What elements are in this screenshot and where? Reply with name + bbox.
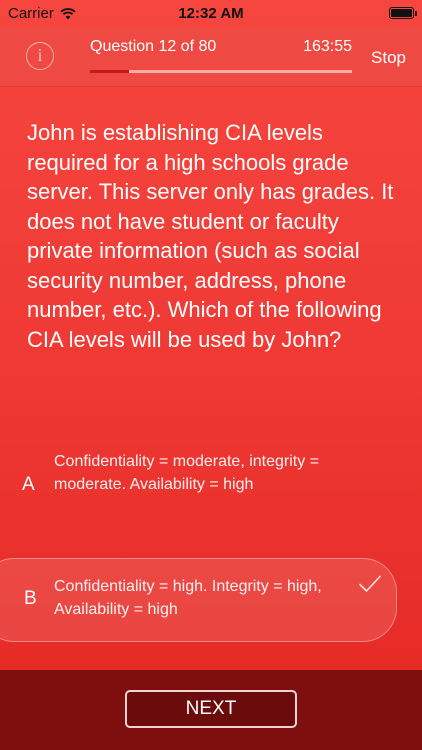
stop-button[interactable]: Stop bbox=[371, 48, 406, 68]
progress-bar bbox=[90, 70, 352, 73]
answer-text: Confidentiality = high. Integrity = high… bbox=[54, 578, 322, 618]
quiz-header: i Question 12 of 80 163:55 Stop bbox=[0, 28, 422, 86]
question-text: John is establishing CIA levels required… bbox=[27, 120, 394, 352]
answer-letter: A bbox=[22, 474, 35, 495]
answer-letter: B bbox=[24, 588, 37, 609]
status-time: 12:32 AM bbox=[178, 5, 244, 22]
answer-option-b[interactable]: B Confidentiality = high. Integrity = hi… bbox=[0, 558, 397, 642]
footer-bar: NEXT bbox=[0, 670, 422, 750]
checkmark-icon bbox=[359, 575, 381, 592]
countdown-timer: 163:55 bbox=[303, 38, 352, 55]
info-icon: i bbox=[37, 45, 43, 65]
battery-level bbox=[391, 9, 412, 17]
answer-text: Confidentiality = moderate, integrity = … bbox=[54, 453, 320, 493]
status-bar: Carrier 12:32 AM bbox=[0, 0, 422, 28]
next-button[interactable]: NEXT bbox=[125, 690, 297, 728]
progress-fill bbox=[90, 70, 130, 73]
battery-icon bbox=[389, 7, 417, 19]
answer-option-a[interactable]: A Confidentiality = moderate, integrity … bbox=[0, 445, 422, 529]
info-button[interactable]: i bbox=[26, 42, 54, 70]
question-counter: Question 12 of 80 bbox=[90, 38, 217, 55]
